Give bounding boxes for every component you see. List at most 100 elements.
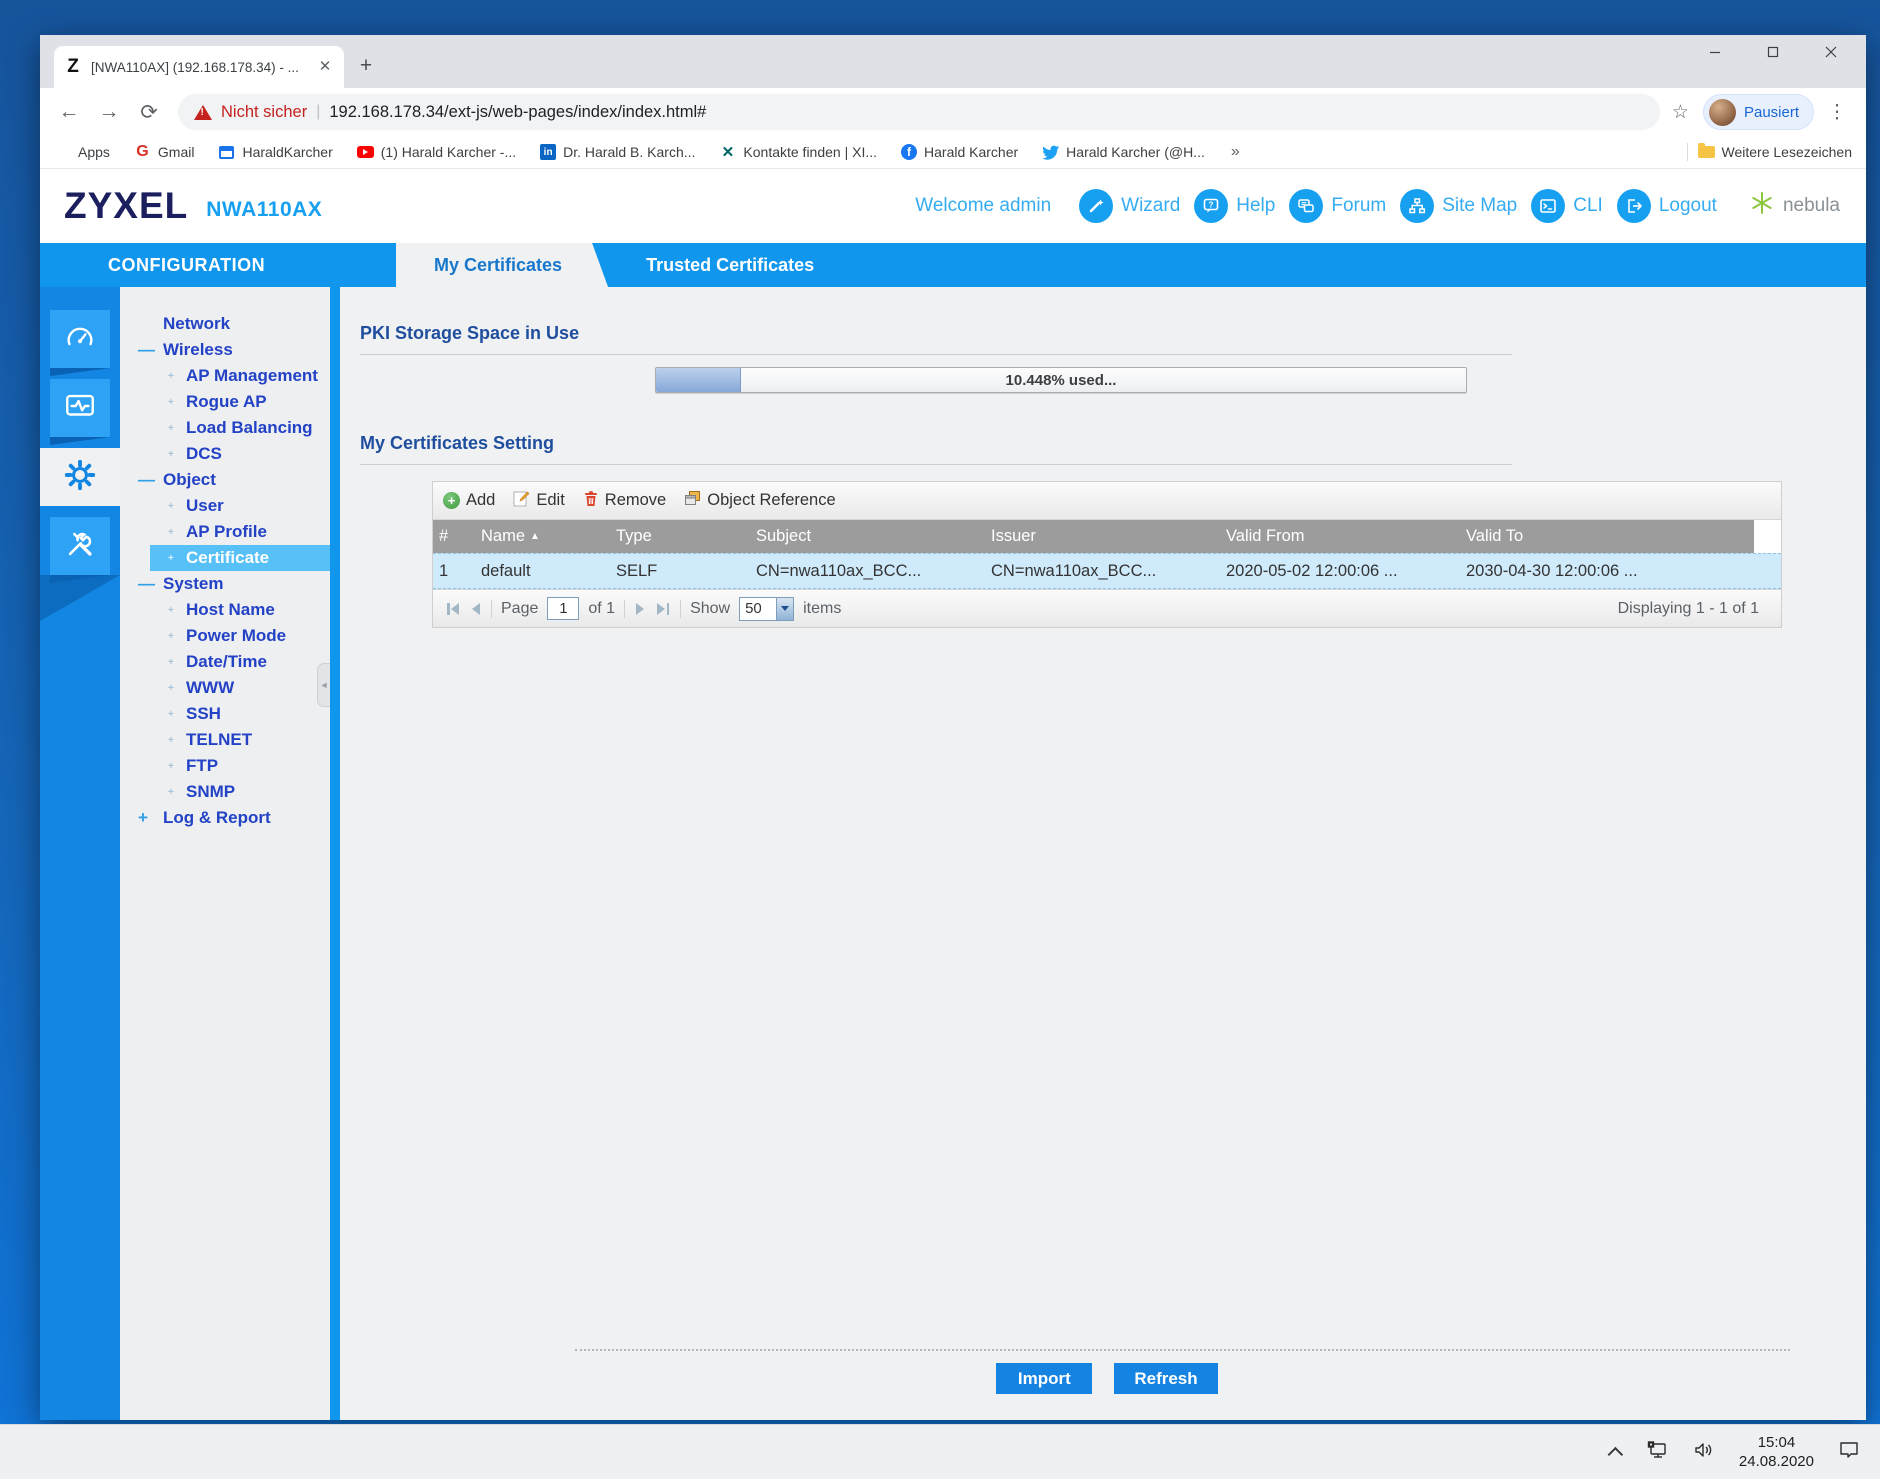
bullet-icon: + [168, 371, 186, 382]
rail-maintenance-button[interactable] [50, 517, 110, 575]
nav-wizard[interactable]: Wizard [1079, 189, 1180, 223]
last-page-icon[interactable] [655, 603, 671, 615]
other-bookmarks-button[interactable]: Weitere Lesezeichen [1698, 144, 1852, 161]
remove-button[interactable]: Remove [583, 490, 666, 512]
bookmark-xing[interactable]: ✕ Kontakte finden | XI... [719, 144, 877, 161]
tray-expand-icon[interactable] [1608, 1446, 1624, 1462]
network-icon[interactable] [1647, 1441, 1669, 1464]
tab-close-icon[interactable]: ✕ [316, 58, 334, 76]
taskbar-clock[interactable]: 15:04 24.08.2020 [1739, 1433, 1814, 1472]
window-close-button[interactable] [1802, 35, 1860, 69]
reload-icon[interactable]: ⟳ [132, 95, 166, 129]
profile-button[interactable]: Pausiert [1703, 94, 1814, 130]
sidebar-item-host-name[interactable]: +Host Name [120, 597, 330, 623]
nav-forum[interactable]: Forum [1289, 189, 1386, 223]
sidebar-item-wireless[interactable]: —Wireless [120, 337, 330, 363]
sidebar-item-ap-profile[interactable]: +AP Profile [120, 519, 330, 545]
bookmark-star-icon[interactable]: ☆ [1672, 101, 1689, 124]
column-valid-to[interactable]: Valid To [1460, 527, 1740, 546]
bullet-icon: + [168, 449, 186, 460]
twitter-icon [1042, 144, 1059, 161]
svg-text:?: ? [1209, 200, 1214, 210]
sidebar-item-power-mode[interactable]: +Power Mode [120, 623, 330, 649]
column-type[interactable]: Type [610, 527, 750, 546]
avatar [1709, 99, 1736, 126]
nav-logout[interactable]: Logout [1617, 189, 1717, 223]
sidebar-item-system[interactable]: —System [120, 571, 330, 597]
edit-button[interactable]: Edit [513, 490, 564, 512]
add-button[interactable]: + Add [443, 491, 495, 510]
sidebar-item-certificate[interactable]: +Certificate [150, 545, 330, 571]
sidebar-item-telnet[interactable]: +TELNET [120, 727, 330, 753]
linkedin-icon: in [540, 144, 556, 160]
rail-dashboard-button[interactable] [50, 310, 110, 368]
sidebar-item-date-time[interactable]: +Date/Time [120, 649, 330, 675]
tab-trusted-certificates[interactable]: Trusted Certificates [608, 243, 848, 287]
bookmark-linkedin[interactable]: in Dr. Harald B. Karch... [540, 144, 695, 160]
bookmarks-overflow-chevron[interactable]: » [1231, 143, 1240, 161]
browser-tab[interactable]: Z [NWA110AX] (192.168.178.34) - ... ✕ [54, 46, 344, 88]
sidebar-item-network[interactable]: Network [120, 311, 330, 337]
window-minimize-button[interactable] [1686, 35, 1744, 69]
security-warning-label[interactable]: Nicht sicher [221, 103, 307, 122]
forward-icon[interactable]: → [92, 95, 126, 129]
import-button[interactable]: Import [996, 1363, 1092, 1394]
page-input[interactable] [547, 597, 579, 620]
notification-center-icon[interactable] [1838, 1440, 1860, 1465]
column-name[interactable]: Name▲ [475, 527, 610, 546]
sidebar-item-object[interactable]: —Object [120, 467, 330, 493]
gear-icon [62, 457, 98, 498]
speaker-icon[interactable] [1693, 1441, 1715, 1464]
object-reference-button[interactable]: Object Reference [684, 490, 835, 512]
refresh-button[interactable]: Refresh [1114, 1363, 1217, 1394]
column-subject[interactable]: Subject [750, 527, 985, 546]
sidebar-item-rogue-ap[interactable]: +Rogue AP [120, 389, 330, 415]
bookmark-youtube[interactable]: (1) Harald Karcher -... [357, 144, 516, 161]
bookmark-haraldkarcher[interactable]: HaraldKarcher [218, 144, 332, 161]
nav-cli[interactable]: CLI [1531, 189, 1603, 223]
url-text[interactable]: 192.168.178.34/ext-js/web-pages/index/in… [329, 103, 706, 122]
prev-page-icon[interactable] [470, 603, 482, 615]
chevron-down-icon[interactable] [776, 598, 793, 620]
youtube-icon [357, 144, 374, 161]
nebula-link[interactable]: nebula [1747, 188, 1840, 224]
nav-help[interactable]: ? Help [1194, 189, 1275, 223]
sidebar-collapse-handle[interactable]: ◄ [317, 663, 330, 707]
collapse-minus-icon: — [138, 470, 163, 490]
bookmark-twitter[interactable]: Harald Karcher (@H... [1042, 144, 1205, 161]
bookmark-apps[interactable]: Apps [54, 144, 110, 161]
sidebar-item-load-balancing[interactable]: +Load Balancing [120, 415, 330, 441]
page-size-select[interactable]: 50 [739, 597, 794, 621]
next-page-icon[interactable] [634, 603, 646, 615]
column-issuer[interactable]: Issuer [985, 527, 1220, 546]
add-icon: + [443, 492, 460, 509]
sidebar-item-ap-management[interactable]: +AP Management [120, 363, 330, 389]
bookmark-gmail[interactable]: G Gmail [134, 144, 195, 161]
security-warning-icon [194, 105, 212, 120]
browser-menu-icon[interactable]: ⋮ [1820, 95, 1854, 129]
sidebar-item-dcs[interactable]: +DCS [120, 441, 330, 467]
sidebar-item-ftp[interactable]: +FTP [120, 753, 330, 779]
sidebar-item-log-report[interactable]: +Log & Report [120, 805, 330, 831]
column-valid-from[interactable]: Valid From [1220, 527, 1460, 546]
bullet-icon: + [168, 501, 186, 512]
my-certificates-heading: My Certificates Setting [360, 433, 1866, 454]
sidebar-item-snmp[interactable]: +SNMP [120, 779, 330, 805]
new-tab-button[interactable]: + [352, 53, 380, 81]
back-icon[interactable]: ← [52, 95, 86, 129]
tab-my-certificates[interactable]: My Certificates [396, 243, 608, 287]
bookmarks-bar: Apps G Gmail HaraldKarcher (1) Harald Ka… [40, 136, 1866, 169]
window-maximize-button[interactable] [1744, 35, 1802, 69]
sidebar-item-www[interactable]: +WWW [120, 675, 330, 701]
first-page-icon[interactable] [445, 603, 461, 615]
table-row[interactable]: 1 default SELF CN=nwa110ax_BCC... CN=nwa… [433, 553, 1781, 589]
bookmarks-divider [1687, 143, 1688, 161]
bookmark-facebook[interactable]: f Harald Karcher [901, 144, 1018, 160]
column-number[interactable]: # [433, 527, 475, 546]
rail-monitor-button[interactable] [50, 379, 110, 437]
sidebar-item-ssh[interactable]: +SSH [120, 701, 330, 727]
rail-configuration-button[interactable] [40, 448, 120, 506]
address-bar[interactable]: Nicht sicher | 192.168.178.34/ext-js/web… [178, 94, 1660, 130]
sidebar-item-user[interactable]: +User [120, 493, 330, 519]
nav-sitemap[interactable]: Site Map [1400, 189, 1517, 223]
